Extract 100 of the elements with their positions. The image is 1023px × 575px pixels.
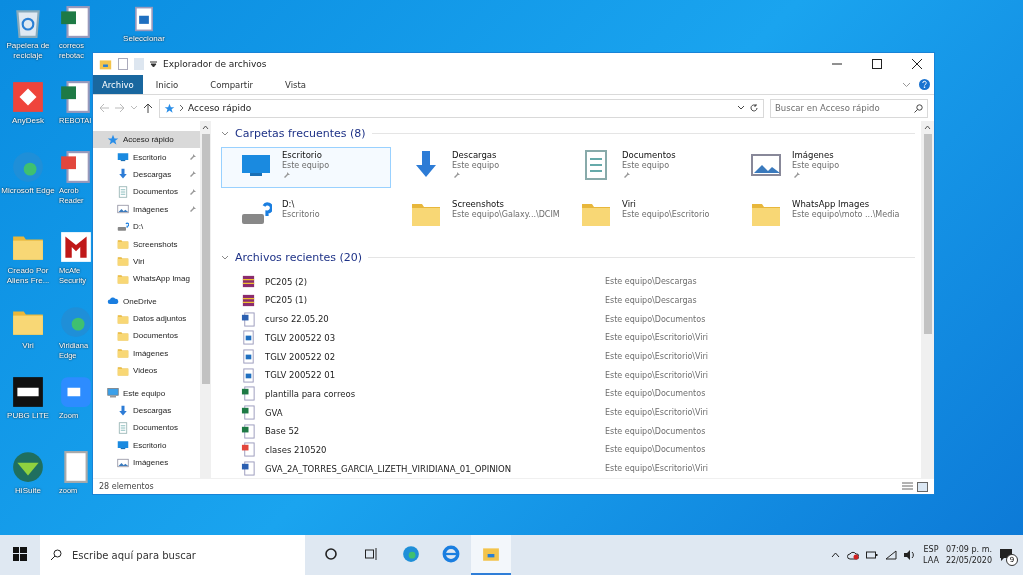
app-icon bbox=[11, 80, 45, 114]
clock[interactable]: 07:09 p. m. 22/05/2020 bbox=[945, 544, 992, 566]
file-name[interactable]: curso 22.05.20 bbox=[265, 314, 601, 325]
nav-item[interactable]: Videos bbox=[93, 362, 200, 380]
star-icon bbox=[107, 133, 119, 146]
nav-item[interactable]: Screenshots bbox=[93, 235, 200, 253]
collapse-icon[interactable] bbox=[221, 254, 229, 261]
file-name[interactable]: TGLV 200522 03 bbox=[265, 332, 601, 343]
desktop-icon bbox=[117, 439, 129, 452]
file-location: Este equipo\Descargas bbox=[605, 295, 698, 305]
spreadsheet-icon bbox=[59, 5, 93, 39]
nav-item[interactable]: Datos adjuntos bbox=[93, 309, 200, 328]
search-icon bbox=[50, 549, 62, 561]
taskbar-search-box[interactable]: Escribe aquí para buscar bbox=[40, 535, 305, 575]
ribbon-tab[interactable]: Compartir bbox=[201, 75, 262, 94]
picture-icon bbox=[117, 456, 129, 469]
nav-item[interactable]: Imágenes bbox=[93, 200, 200, 218]
file-name[interactable]: PC205 (1) bbox=[265, 295, 601, 306]
language-indicator[interactable]: ESP LAA bbox=[923, 544, 939, 566]
folder-name: WhatsApp Images bbox=[792, 198, 871, 209]
nav-item[interactable]: Imágenes bbox=[93, 344, 200, 363]
file-location: Este equipo\Escritorio\Viri bbox=[605, 408, 710, 418]
file-name[interactable]: TGLV 200522 02 bbox=[265, 351, 601, 362]
ribbon-tab[interactable]: Vista bbox=[276, 75, 315, 94]
folder-icon bbox=[117, 255, 129, 268]
file-name[interactable]: TGLV 200522 01 bbox=[265, 370, 601, 381]
nav-item[interactable]: OneDrive bbox=[93, 292, 200, 310]
folder-icon bbox=[117, 238, 129, 251]
task-view-icon bbox=[364, 548, 378, 560]
windows-logo-icon bbox=[13, 547, 27, 561]
folder-location: Este equipo\Galaxy...\DCIM bbox=[452, 209, 560, 219]
cloud-icon[interactable] bbox=[847, 550, 860, 560]
taskbar-app[interactable] bbox=[471, 535, 511, 575]
file-name[interactable]: plantilla para correos bbox=[265, 388, 601, 399]
nav-item[interactable]: Documentos bbox=[93, 183, 200, 201]
battery-icon[interactable] bbox=[866, 550, 879, 560]
nav-item[interactable]: Descargas bbox=[93, 401, 200, 420]
folder-tile[interactable]: WhatsApp Images Este equipo\moto ...\Media bbox=[731, 195, 901, 237]
dropdown-icon bbox=[150, 61, 157, 67]
dropdown-icon[interactable] bbox=[737, 105, 745, 111]
folder-icon bbox=[482, 545, 500, 563]
folder-tile[interactable]: Viri Este equipo\Escritorio bbox=[561, 195, 731, 237]
file-name[interactable]: clases 210520 bbox=[265, 444, 601, 455]
desktop-icon bbox=[117, 151, 129, 164]
scrollbar[interactable] bbox=[200, 121, 211, 478]
nav-item[interactable]: WhatsApp Imag bbox=[93, 270, 200, 288]
folder-location: Este equipo bbox=[452, 160, 500, 170]
scroll-up-icon[interactable] bbox=[202, 125, 209, 130]
thumbnail-view-icon[interactable] bbox=[917, 481, 928, 492]
file-name[interactable]: GVA bbox=[265, 407, 601, 418]
refresh-icon[interactable] bbox=[749, 103, 759, 113]
file-location: Este equipo\Escritorio\Viri bbox=[605, 464, 710, 474]
nav-item[interactable]: Escritorio bbox=[93, 148, 200, 166]
document-icon bbox=[241, 311, 256, 327]
close-icon bbox=[912, 59, 922, 69]
up-icon[interactable] bbox=[143, 103, 153, 113]
file-location: Este equipo\Escritorio\Viri bbox=[605, 333, 710, 343]
search-box[interactable]: Buscar en Acceso rápido bbox=[770, 98, 928, 118]
file-location: Este equipo\Documentos bbox=[605, 389, 707, 399]
nav-item[interactable]: Este equipo bbox=[93, 384, 200, 402]
search-icon bbox=[914, 103, 923, 113]
folder-tile[interactable]: Screenshots Este equipo\Galaxy...\DCIM bbox=[391, 195, 561, 237]
archive-icon bbox=[241, 292, 256, 308]
show-hidden-icons[interactable] bbox=[831, 552, 841, 558]
collapse-icon[interactable] bbox=[221, 130, 229, 137]
section-title: Carpetas frecuentes (8) bbox=[235, 127, 366, 141]
file-name[interactable]: PC205 (2) bbox=[265, 276, 601, 287]
star-icon bbox=[164, 102, 175, 114]
ribbon-tab[interactable]: Inicio bbox=[146, 75, 188, 94]
scroll-up-icon[interactable] bbox=[924, 125, 931, 130]
help-icon[interactable] bbox=[919, 79, 930, 90]
folder-tile[interactable]: D:\ Escritorio bbox=[221, 195, 391, 237]
folder-tile[interactable]: Descargas Este equipo bbox=[391, 146, 561, 188]
document-icon bbox=[241, 461, 256, 477]
nav-item[interactable]: Imágenes bbox=[93, 454, 200, 472]
pdf-icon bbox=[59, 150, 93, 184]
nav-item[interactable]: Acceso rápido bbox=[93, 131, 200, 149]
address-bar[interactable]: Acceso rápido bbox=[159, 98, 764, 118]
wifi-icon[interactable] bbox=[885, 550, 898, 560]
drive-icon bbox=[117, 220, 129, 233]
folder-icon bbox=[117, 347, 129, 360]
scrollbar[interactable] bbox=[921, 121, 934, 478]
nav-item[interactable]: Viri bbox=[93, 252, 200, 271]
nav-item[interactable]: D:\ bbox=[93, 217, 200, 236]
folder-name: Viri bbox=[622, 198, 637, 209]
folder-tile[interactable]: Imágenes Este equipo bbox=[731, 146, 901, 188]
nav-item[interactable]: Descargas bbox=[93, 165, 200, 184]
folder-icon bbox=[99, 57, 112, 71]
ribbon-tab[interactable]: Archivo bbox=[93, 75, 143, 94]
browser-icon bbox=[11, 150, 45, 184]
folder-tile[interactable]: Documentos Este equipo bbox=[561, 146, 731, 188]
expand-ribbon-icon[interactable] bbox=[902, 80, 911, 89]
folder-name: Imágenes bbox=[792, 149, 835, 160]
folder-tile[interactable]: Escritorio Este equipo bbox=[221, 146, 391, 188]
volume-icon[interactable] bbox=[904, 550, 917, 560]
file-name[interactable]: GVA_2A_TORRES_GARCIA_LIZETH_VIRIDIANA_01_OPINION bbox=[265, 463, 601, 474]
file-name[interactable]: Base 52 bbox=[265, 426, 601, 437]
nav-item[interactable]: Escritorio bbox=[93, 436, 200, 455]
nav-item[interactable]: Documentos bbox=[93, 327, 200, 345]
nav-item[interactable]: Documentos bbox=[93, 419, 200, 437]
